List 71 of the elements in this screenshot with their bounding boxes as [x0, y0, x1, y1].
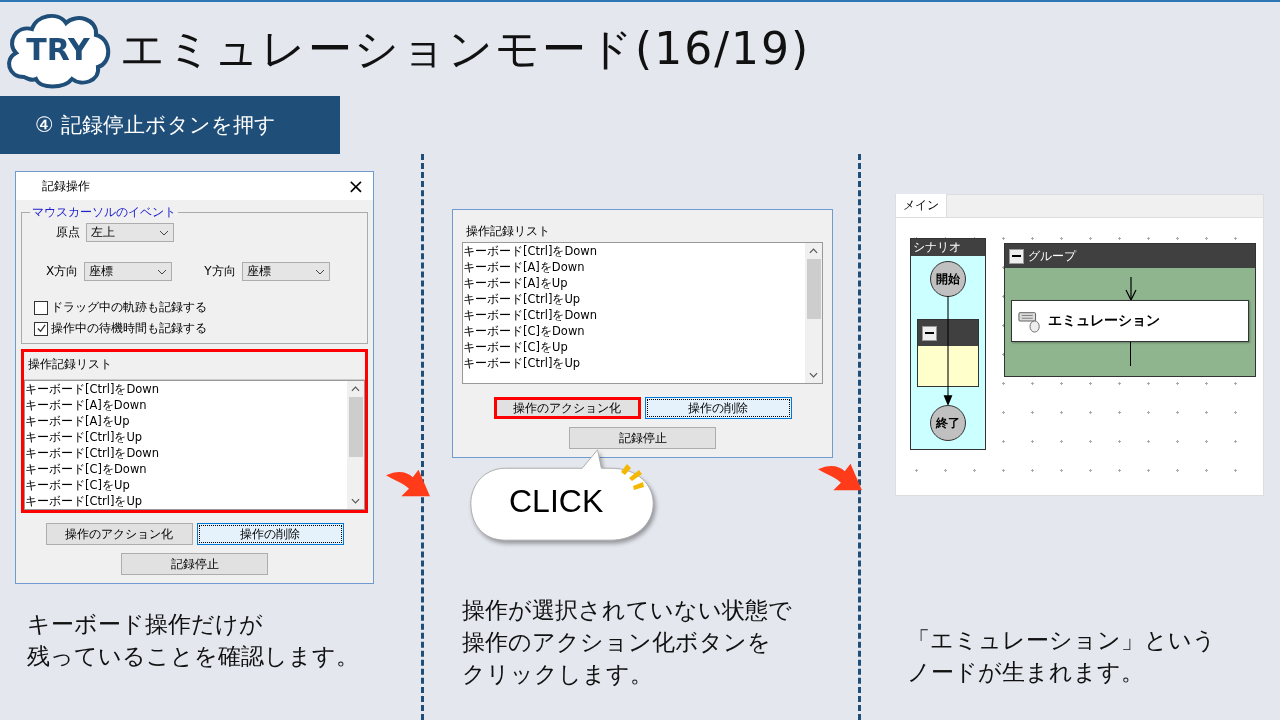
chevron-down-icon	[157, 268, 168, 275]
slide-title: エミュレーションモード(16/19)	[120, 21, 811, 76]
dropdown[interactable]: 座標	[241, 262, 330, 281]
list-item[interactable]: キーボード[C]をUp	[463, 339, 805, 355]
list-item[interactable]: キーボード[Ctrl]をDown	[25, 445, 347, 461]
caption-line: 操作のアクション化ボタンを	[462, 628, 771, 657]
list-item[interactable]: キーボード[A]をDown	[25, 397, 347, 413]
checkbox-label: 操作中の待機時間も記録する	[51, 320, 207, 337]
dialog-title: 記録操作	[42, 177, 90, 195]
scroll-thumb[interactable]	[806, 259, 821, 319]
list-item[interactable]: キーボード[Ctrl]をUp	[25, 429, 347, 445]
caption-line: 残っていることを確認します。	[27, 642, 359, 671]
dialog-button[interactable]: 操作の削除	[644, 397, 792, 419]
scroll-down-icon[interactable]	[809, 372, 818, 378]
collapsed-group-node[interactable]	[917, 319, 979, 387]
node-label: エミュレーション	[1048, 312, 1160, 330]
caption-line: 操作が選択されていない状態で	[462, 596, 792, 625]
dropdown[interactable]: 左上	[86, 223, 174, 242]
stop-recording-button[interactable]: 記録停止	[121, 553, 268, 575]
scroll-down-icon[interactable]	[351, 498, 360, 504]
collapse-icon[interactable]	[1009, 248, 1024, 264]
chevron-down-icon	[159, 229, 169, 236]
field-label: X方向	[46, 263, 79, 280]
caption-line: クリックします。	[462, 660, 653, 689]
flow-arrow	[1125, 277, 1137, 301]
dialog-button[interactable]: 操作の削除	[196, 523, 344, 545]
action-node[interactable]: エミュレーション	[1011, 300, 1249, 342]
list-label: 操作記録リスト	[465, 223, 551, 240]
list-item[interactable]: キーボード[C]をDown	[25, 461, 347, 477]
list-item[interactable]: キーボード[Ctrl]をUp	[463, 355, 805, 371]
group-label: マウスカーソルのイベント	[31, 204, 177, 221]
record-list[interactable]: キーボード[Ctrl]をDown キーボード[A]をDown キーボード[A]をUp キーボード[Ctrl]をUp キーボード[Ctrl]をDown キーボード[C]をDown キーボード[C]をUp キーボード[Ctrl]をUp	[462, 242, 823, 384]
dialog-button[interactable]: 操作のアクション化	[45, 523, 193, 545]
caption-line: ノードが生まれます。	[907, 658, 1144, 687]
start-node[interactable]: 開始	[930, 261, 966, 297]
field-label: 原点	[56, 224, 80, 241]
list-item[interactable]: キーボード[Ctrl]をDown	[463, 307, 805, 323]
scrollbar[interactable]	[347, 381, 364, 509]
step-banner: ④ 記録停止ボタンを押す	[0, 96, 340, 154]
list-item[interactable]: キーボード[A]をDown	[463, 259, 805, 275]
close-button[interactable]: ×	[339, 172, 373, 200]
checkbox[interactable]	[34, 321, 48, 336]
scroll-thumb[interactable]	[348, 397, 363, 457]
scrollbar[interactable]	[805, 243, 822, 383]
list-item[interactable]: キーボード[C]をUp	[25, 477, 347, 493]
group-node[interactable]: グループ エミュレーション	[1004, 243, 1256, 377]
lane-title: シナリオ	[911, 239, 985, 256]
checkbox[interactable]	[34, 300, 48, 315]
chevron-down-icon	[314, 268, 325, 275]
dropdown[interactable]: 座標	[84, 262, 173, 281]
list-item[interactable]: キーボード[Ctrl]をUp	[25, 493, 347, 509]
caption-line: 「エミュレーション」という	[907, 626, 1216, 655]
keyboard-mouse-icon	[1018, 309, 1042, 333]
record-list[interactable]: キーボード[Ctrl]をDown キーボード[A]をDown キーボード[A]をUp キーボード[Ctrl]をUp キーボード[Ctrl]をDown キーボード[C]をDown キーボード[C]をUp キーボード[Ctrl]をUp	[24, 380, 365, 510]
list-item[interactable]: キーボード[Ctrl]をDown	[463, 243, 805, 259]
scroll-up-icon[interactable]	[351, 386, 360, 392]
checkbox-label: ドラッグ中の軌跡も記録する	[51, 299, 207, 316]
stop-recording-button[interactable]: 記録停止	[569, 427, 716, 449]
group-title: グループ	[1028, 247, 1076, 265]
list-item[interactable]: キーボード[C]をDown	[463, 323, 805, 339]
editor-tab[interactable]: メイン	[896, 194, 947, 217]
list-item[interactable]: キーボード[A]をUp	[25, 413, 347, 429]
callout-text: CLICK	[509, 484, 604, 520]
scroll-up-icon[interactable]	[809, 248, 818, 254]
list-item[interactable]: キーボード[Ctrl]をDown	[25, 381, 347, 397]
end-node[interactable]: 終了	[930, 405, 966, 441]
dialog-button[interactable]: 操作のアクション化	[493, 397, 641, 419]
list-item[interactable]: キーボード[A]をUp	[463, 275, 805, 291]
field-label: Y方向	[204, 263, 236, 280]
caption-line: キーボード操作だけが	[27, 610, 263, 639]
list-item[interactable]: キーボード[Ctrl]をUp	[463, 291, 805, 307]
